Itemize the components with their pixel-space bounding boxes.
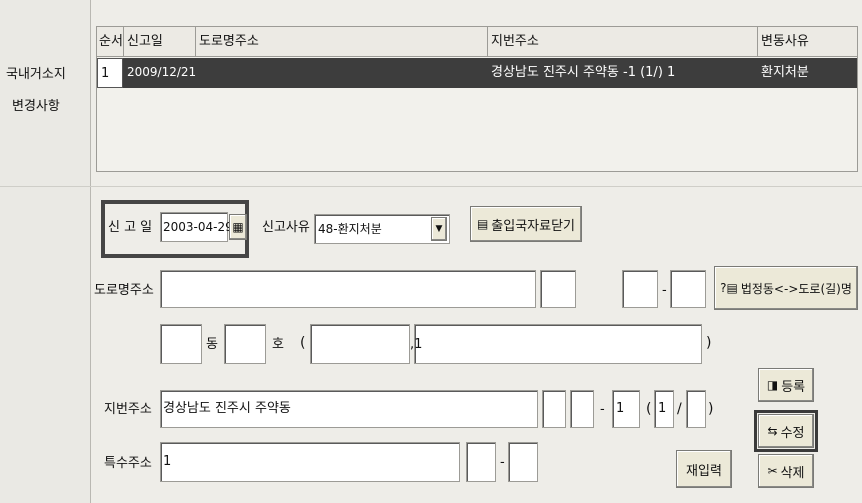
calendar-icon: ▦ — [232, 220, 244, 234]
building-name-field[interactable] — [310, 324, 410, 364]
road-address-box-2[interactable] — [622, 270, 658, 308]
special-address-box-2[interactable] — [508, 442, 538, 482]
road-address-box-1[interactable] — [540, 270, 576, 308]
lot-address-value: 경상남도 진주시 주약동 — [163, 401, 291, 416]
lot-main-number-value: 1 — [616, 401, 625, 416]
slash-separator: / — [677, 401, 682, 417]
close-immigration-label: 출입국자료닫기 — [491, 218, 576, 234]
ho-label: 호 — [272, 337, 284, 352]
section-label-line1: 국내거소지 — [6, 67, 66, 82]
row-date: 2009/12/21 — [127, 65, 197, 79]
special-address-label: 특수주소 — [104, 456, 152, 471]
report-date-label: 신 고 일 — [108, 220, 153, 235]
report-date-field[interactable]: 2003-04-29 — [160, 212, 233, 242]
register-label: 등록 — [781, 379, 806, 395]
paren-close: ) — [706, 335, 712, 351]
lot-address-label: 지번주소 — [104, 402, 152, 417]
change-history-list[interactable]: 순서 신고일 도로명주소 지번주소 변동사유 1 2009/12/21 경상남도… — [96, 26, 858, 172]
paren-open: ( — [300, 335, 306, 351]
document-icon: ▤ — [476, 217, 489, 231]
col-seq-header[interactable]: 순서 — [99, 35, 123, 48]
row-lot: 경상남도 진주시 주약동 -1 (1/) 1 — [491, 65, 676, 80]
delete-button[interactable]: ✂ 삭제 — [758, 454, 814, 488]
lot-address-box-1[interactable] — [542, 390, 566, 428]
dash-separator-lot: - — [600, 402, 605, 417]
section-divider — [0, 186, 862, 187]
modify-button[interactable]: ⇆ 수정 — [758, 414, 814, 448]
col-sep — [487, 27, 488, 57]
row-seq-cell: 1 — [97, 58, 123, 88]
lot-sub-b-field[interactable] — [686, 390, 706, 428]
dash-separator: - — [662, 283, 667, 298]
col-lot-header[interactable]: 지번주소 — [491, 35, 539, 48]
row-seq-text: 1 — [101, 66, 110, 81]
reenter-button[interactable]: 재입력 — [676, 450, 732, 488]
door-icon: ◨ — [766, 378, 779, 392]
section-label-line2: 변경사항 — [12, 99, 60, 114]
calendar-button[interactable]: ▦ — [229, 214, 247, 240]
report-date-value: 2003-04-29 — [163, 220, 233, 234]
document-icon: ▤ — [726, 281, 738, 295]
vertical-divider — [90, 0, 91, 503]
paren-close-lot: ) — [708, 401, 714, 417]
special-address-value: 1 — [163, 454, 172, 469]
lot-sub-a-value: 1 — [658, 401, 667, 416]
col-sep — [195, 27, 196, 57]
report-reason-value: 48-환지처분 — [318, 222, 382, 236]
lot-address-box-2[interactable] — [570, 390, 594, 428]
modify-label: 수정 — [780, 425, 805, 441]
report-reason-label: 신고사유 — [262, 220, 310, 235]
register-button[interactable]: ◨ 등록 — [758, 368, 814, 402]
address-detail-value: ,1 — [410, 337, 423, 352]
delete-icon: ✂ — [767, 464, 778, 478]
col-sep — [123, 27, 124, 57]
road-address-label: 도로명주소 — [94, 283, 154, 298]
road-address-field[interactable] — [160, 270, 536, 308]
report-reason-select[interactable]: 48-환지처분 ▼ — [314, 214, 450, 244]
row-reason: 환지처분 — [761, 65, 809, 80]
road-address-box-3[interactable] — [670, 270, 706, 308]
lot-address-field[interactable]: 경상남도 진주시 주약동 — [160, 390, 538, 428]
paren-open-lot: ( — [646, 401, 652, 417]
address-detail-field[interactable]: ,1 — [410, 324, 702, 364]
delete-label: 삭제 — [780, 465, 805, 481]
col-reason-header[interactable]: 변동사유 — [761, 35, 809, 48]
table-row[interactable]: 1 2009/12/21 경상남도 진주시 주약동 -1 (1/) 1 환지처분 — [97, 58, 857, 88]
dong-field[interactable] — [160, 324, 202, 364]
legal-dong-road-toggle-button[interactable]: ? ▤ 법정동<->도로(길)명 — [714, 266, 858, 310]
legal-dong-label: 법정동<->도로(길)명 — [740, 281, 852, 296]
swap-arrows-icon: ⇆ — [767, 424, 778, 438]
chevron-down-icon[interactable]: ▼ — [431, 217, 447, 241]
dong-label: 동 — [206, 337, 218, 352]
ho-field[interactable] — [224, 324, 266, 364]
reenter-label: 재입력 — [686, 463, 722, 479]
special-address-box-1[interactable] — [466, 442, 496, 482]
close-immigration-data-button[interactable]: ▤ 출입국자료닫기 — [470, 206, 582, 242]
lot-main-number-field[interactable]: 1 — [612, 390, 640, 428]
dash-separator-special: - — [500, 455, 505, 470]
col-date-header[interactable]: 신고일 — [127, 35, 163, 48]
col-sep — [757, 27, 758, 57]
special-address-field[interactable]: 1 — [160, 442, 460, 482]
col-road-header[interactable]: 도로명주소 — [199, 35, 259, 48]
lot-sub-a-field[interactable]: 1 — [654, 390, 674, 428]
